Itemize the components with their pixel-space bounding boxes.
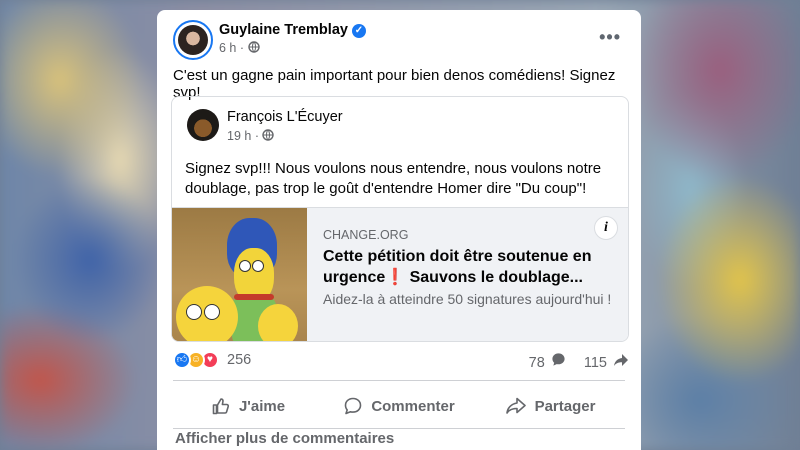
comment-icon — [345, 397, 362, 415]
link-description: Aidez-la à atteindre 50 signatures aujou… — [323, 291, 612, 307]
divider — [173, 428, 625, 429]
show-more-comments-link[interactable]: Afficher plus de commentaires — [175, 430, 394, 447]
post-meta: 6 h · — [219, 41, 260, 55]
post-author[interactable]: Guylaine Tremblay ✓ — [219, 22, 366, 38]
link-preview-body[interactable]: CHANGE.ORG Cette pétition doit être sout… — [307, 208, 628, 341]
post-author-name[interactable]: Guylaine Tremblay — [219, 22, 348, 38]
globe-icon[interactable] — [247, 41, 260, 53]
post-actions: J'aime Commenter Partager — [173, 384, 625, 428]
comment-button[interactable]: Commenter — [323, 388, 475, 424]
reactions-count[interactable]: 256 — [227, 352, 251, 368]
shared-post-text: Signez svp!!! Nous voulons nous entendre… — [185, 160, 602, 197]
author-avatar[interactable] — [173, 20, 213, 60]
link-preview[interactable]: CHANGE.ORG Cette pétition doit être sout… — [172, 207, 628, 341]
like-reaction-icon: 👍︎ — [173, 351, 191, 369]
comments-count[interactable]: 78 — [529, 355, 545, 371]
like-button[interactable]: J'aime — [173, 388, 323, 424]
share-button[interactable]: Partager — [475, 388, 625, 424]
shared-post[interactable]: François L'Écuyer 19 h · Signez svp!!! N… — [171, 96, 629, 342]
like-button-label: J'aime — [238, 397, 286, 415]
comment-bubble-icon — [552, 353, 565, 366]
shared-post-meta: 19 h · — [227, 129, 275, 143]
share-button-label: Partager — [534, 397, 596, 415]
link-thumbnail-image[interactable] — [172, 208, 307, 341]
facebook-post-card: Guylaine Tremblay ✓ 6 h · ••• C'est un ga… — [157, 10, 641, 450]
more-options-icon[interactable]: ••• — [599, 27, 621, 48]
globe-icon[interactable] — [262, 129, 275, 141]
share-arrow-icon — [614, 354, 628, 366]
post-stats: 👍︎ ☺ ♥ 256 78 115 — [173, 351, 629, 371]
shares-count[interactable]: 115 — [584, 355, 607, 371]
shared-author-name[interactable]: François L'Écuyer — [227, 109, 343, 125]
comment-button-label: Commenter — [371, 397, 455, 415]
engagement-counts: 78 115 — [529, 352, 629, 371]
link-domain: CHANGE.ORG — [323, 228, 409, 242]
divider — [173, 380, 625, 381]
verified-badge-icon: ✓ — [351, 24, 366, 38]
shared-post-time[interactable]: 19 h — [227, 129, 251, 143]
link-title[interactable]: Cette pétition doit être soutenue en urg… — [323, 246, 613, 288]
share-icon — [505, 397, 526, 414]
shared-author-avatar[interactable] — [187, 109, 219, 141]
info-icon[interactable]: i — [594, 216, 618, 240]
post-time[interactable]: 6 h — [219, 41, 236, 55]
thumbs-up-icon — [212, 398, 230, 415]
